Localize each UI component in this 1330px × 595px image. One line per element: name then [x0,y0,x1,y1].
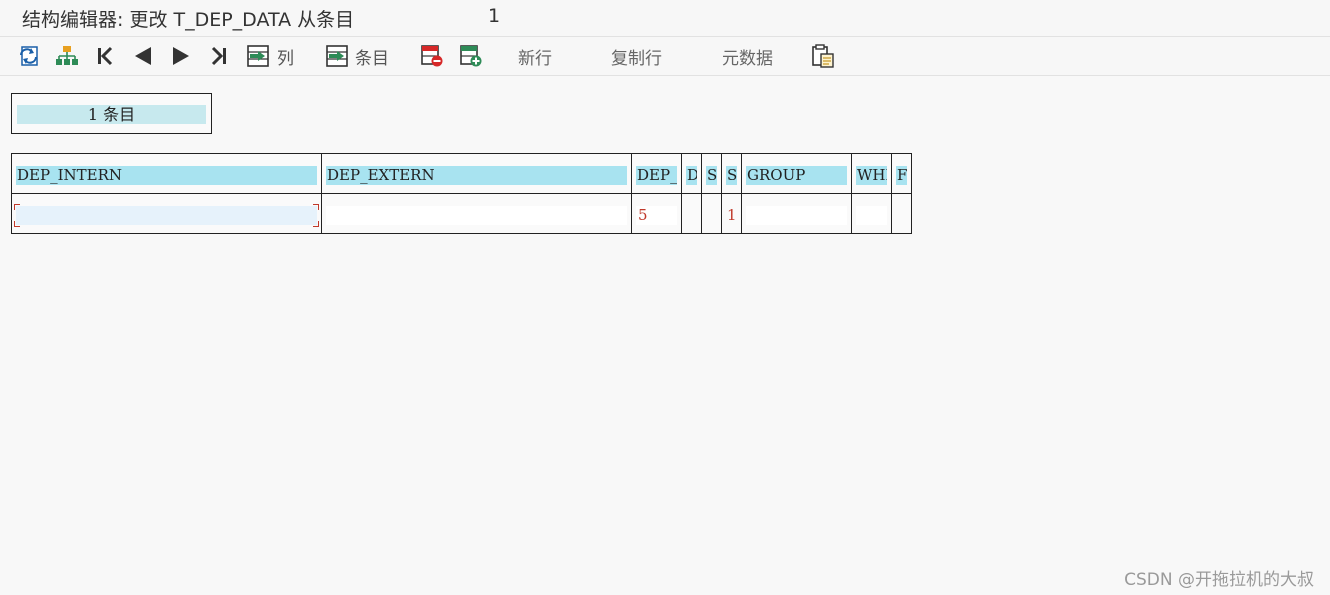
delete-row-icon [421,45,443,67]
column-header[interactable]: S [722,154,742,194]
first-entry-button[interactable] [95,37,115,75]
whr-cell[interactable] [852,194,892,233]
d-cell[interactable] [682,194,702,233]
column-header[interactable]: WHR [852,154,892,194]
copy-row-button[interactable]: 复制行 [611,37,662,75]
hierarchy-icon [56,46,78,65]
entry-indicator-text: 1 条目 [17,105,206,124]
entries-button[interactable]: 条目 [325,37,389,75]
new-row-label: 新行 [518,48,552,69]
previous-entry-button[interactable] [132,37,154,75]
last-page-icon [211,46,226,66]
insert-row-button[interactable] [459,37,483,75]
refresh-icon [20,46,38,66]
column-header[interactable]: D [682,154,702,194]
dep-intern-cell[interactable] [12,194,322,233]
clipboard-icon [812,44,834,68]
cell-input[interactable] [856,206,887,225]
entries-label: 条目 [355,48,389,69]
insert-row-icon [460,45,482,67]
toolbar: 列 条目 新行 复制行 元数据 [0,37,1330,76]
column-header[interactable]: DEP_EXTERN [322,154,632,194]
column-header[interactable]: S [702,154,722,194]
focus-corner [14,204,20,210]
focus-corner [313,221,319,227]
refresh-button[interactable] [17,37,41,75]
last-entry-button[interactable] [209,37,229,75]
focus-corner [14,221,20,227]
next-entry-button[interactable] [170,37,192,75]
columns-icon [247,45,269,67]
title-bar: 结构编辑器: 更改 T_DEP_DATA 从条目 1 [0,0,1330,37]
s-cell[interactable]: 1 [722,194,742,233]
column-header[interactable]: DEP_INTERN [12,154,322,194]
entry-count: 1 [488,5,501,27]
columns-label: 列 [277,48,294,69]
entry-indicator: 1 条目 [11,93,212,134]
copy-row-label: 复制行 [611,48,662,69]
entries-icon [326,45,348,67]
cell-input[interactable] [16,206,317,225]
metadata-button[interactable]: 元数据 [722,37,773,75]
metadata-label: 元数据 [722,48,773,69]
window-title: 结构编辑器: 更改 T_DEP_DATA 从条目 [22,9,355,31]
paste-button[interactable] [811,37,835,75]
watermark: CSDN @开拖拉机的大叔 [1124,570,1314,590]
columns-button[interactable]: 列 [246,37,294,75]
s-cell[interactable] [702,194,722,233]
hierarchy-button[interactable] [55,37,79,75]
column-header[interactable]: GROUP [742,154,852,194]
delete-row-button[interactable] [420,37,444,75]
first-page-icon [98,46,113,66]
column-header[interactable]: DEP_ [632,154,682,194]
structure-table: DEP_INTERN DEP_EXTERN DEP_ D S S GROUP W… [11,153,912,234]
dep-extern-cell[interactable] [322,194,632,233]
previous-icon [135,47,151,65]
cell-input[interactable] [746,206,847,225]
dep-cell[interactable]: 5 [632,194,682,233]
focus-corner [313,204,319,210]
group-cell[interactable] [742,194,852,233]
new-row-button[interactable]: 新行 [518,37,552,75]
cell-input[interactable] [326,206,627,225]
f-cell[interactable] [892,194,911,233]
next-icon [173,47,189,65]
column-header[interactable]: F [892,154,911,194]
